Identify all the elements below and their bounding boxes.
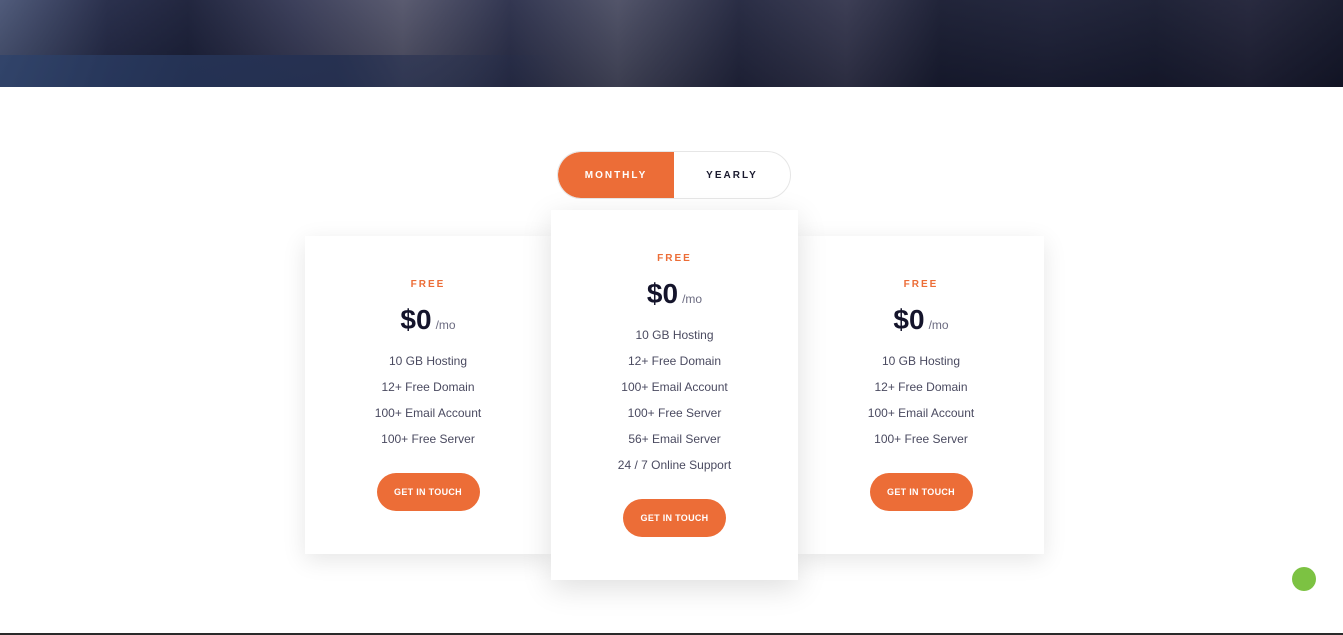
pricing-card: FREE $0 /mo 10 GB Hosting 12+ Free Domai… <box>798 236 1044 554</box>
feature-list: 10 GB Hosting 12+ Free Domain 100+ Email… <box>305 348 551 452</box>
feature-item: 100+ Free Server <box>874 432 968 446</box>
pricing-card: FREE $0 /mo 10 GB Hosting 12+ Free Domai… <box>305 236 551 554</box>
feature-list: 10 GB Hosting 12+ Free Domain 100+ Email… <box>798 348 1044 452</box>
plan-name: FREE <box>903 279 939 290</box>
hero-overlay <box>0 0 1343 87</box>
feature-item: 24 / 7 Online Support <box>617 458 732 472</box>
price-row: $0 /mo <box>798 304 1044 336</box>
price-period: /mo <box>928 318 949 332</box>
chat-bubble-icon[interactable] <box>1292 567 1316 591</box>
feature-item: 100+ Free Server <box>627 406 722 420</box>
feature-item: 100+ Email Account <box>867 406 975 420</box>
price-row: $0 /mo <box>305 304 551 336</box>
plan-name: FREE <box>410 279 446 290</box>
feature-item: 100+ Email Account <box>621 380 728 394</box>
price: $0 <box>646 278 679 309</box>
price: $0 <box>400 304 432 335</box>
feature-item: 10 GB Hosting <box>881 354 961 368</box>
toggle-yearly[interactable]: YEARLY <box>674 152 790 198</box>
feature-list: 10 GB Hosting 12+ Free Domain 100+ Email… <box>551 322 798 478</box>
get-in-touch-button[interactable]: GET IN TOUCH <box>869 473 973 511</box>
pricing-card-featured: FREE $0 /mo 10 GB Hosting 12+ Free Domai… <box>551 210 798 580</box>
feature-item: 56+ Email Server <box>628 432 721 446</box>
feature-item: 12+ Free Domain <box>627 354 722 368</box>
feature-item: 12+ Free Domain <box>381 380 475 394</box>
get-in-touch-button[interactable]: GET IN TOUCH <box>623 499 726 537</box>
plan-name: FREE <box>657 253 692 264</box>
get-in-touch-button[interactable]: GET IN TOUCH <box>376 473 480 511</box>
feature-item: 100+ Email Account <box>374 406 482 420</box>
feature-item: 10 GB Hosting <box>388 354 468 368</box>
price-row: $0 /mo <box>551 278 798 310</box>
feature-item: 100+ Free Server <box>381 432 475 446</box>
feature-item: 12+ Free Domain <box>874 380 968 394</box>
feature-item: 10 GB Hosting <box>635 328 714 342</box>
billing-toggle: MONTHLY YEARLY <box>557 151 791 199</box>
toggle-monthly[interactable]: MONTHLY <box>558 152 674 198</box>
hero-banner-image <box>0 0 1343 87</box>
price: $0 <box>893 304 925 335</box>
price-period: /mo <box>435 318 456 332</box>
price-period: /mo <box>682 292 703 306</box>
